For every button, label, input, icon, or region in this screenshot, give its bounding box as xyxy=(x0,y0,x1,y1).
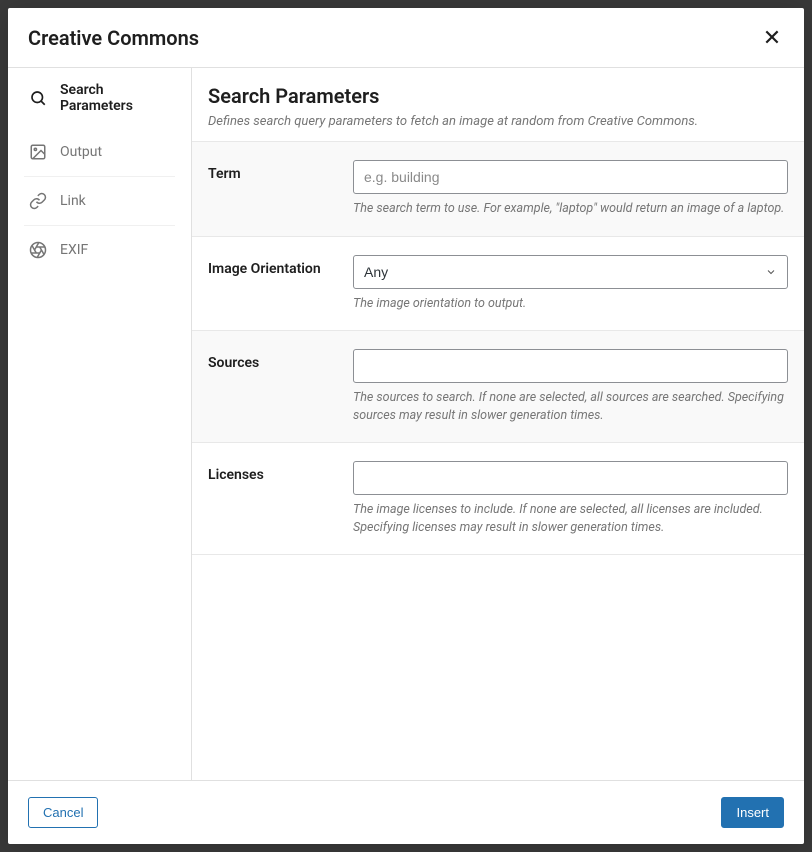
modal-body: Search Parameters Output Link EXIF xyxy=(8,68,804,780)
close-icon: ✕ xyxy=(763,25,781,51)
field-label-orientation: Image Orientation xyxy=(208,255,353,313)
field-term: Term The search term to use. For example… xyxy=(192,141,804,236)
link-icon xyxy=(28,191,48,211)
sidebar-item-label: Search Parameters xyxy=(60,82,171,114)
field-control-term: The search term to use. For example, "la… xyxy=(353,160,788,218)
insert-button[interactable]: Insert xyxy=(721,797,784,828)
search-icon xyxy=(28,88,48,108)
sources-help: The sources to search. If none are selec… xyxy=(353,389,788,424)
sidebar-item-exif[interactable]: EXIF xyxy=(24,226,175,274)
content-header: Search Parameters Defines search query p… xyxy=(192,68,804,141)
licenses-help: The image licenses to include. If none a… xyxy=(353,501,788,536)
close-button[interactable]: ✕ xyxy=(756,22,788,54)
orientation-help: The image orientation to output. xyxy=(353,295,788,313)
content-description: Defines search query parameters to fetch… xyxy=(208,114,788,129)
sidebar-item-label: Link xyxy=(60,193,86,209)
term-help: The search term to use. For example, "la… xyxy=(353,200,788,218)
field-label-licenses: Licenses xyxy=(208,461,353,536)
modal: Creative Commons ✕ Search Parameters Out… xyxy=(8,8,804,844)
sidebar-item-label: Output xyxy=(60,144,102,160)
sidebar-item-output[interactable]: Output xyxy=(24,128,175,177)
orientation-select[interactable]: Any xyxy=(353,255,788,289)
modal-header: Creative Commons ✕ xyxy=(8,8,804,68)
content-panel: Search Parameters Defines search query p… xyxy=(192,68,804,780)
field-control-sources: The sources to search. If none are selec… xyxy=(353,349,788,424)
field-label-term: Term xyxy=(208,160,353,218)
modal-footer: Cancel Insert xyxy=(8,780,804,844)
field-sources: Sources The sources to search. If none a… xyxy=(192,330,804,442)
content-title: Search Parameters xyxy=(208,84,788,108)
field-orientation: Image Orientation Any The image orientat… xyxy=(192,236,804,331)
sidebar: Search Parameters Output Link EXIF xyxy=(8,68,192,780)
sidebar-item-label: EXIF xyxy=(60,242,88,258)
modal-title: Creative Commons xyxy=(28,26,199,50)
field-label-sources: Sources xyxy=(208,349,353,424)
field-licenses: Licenses The image licenses to include. … xyxy=(192,442,804,555)
term-input[interactable] xyxy=(353,160,788,194)
aperture-icon xyxy=(28,240,48,260)
sources-input[interactable] xyxy=(353,349,788,383)
image-icon xyxy=(28,142,48,162)
licenses-input[interactable] xyxy=(353,461,788,495)
field-control-orientation: Any The image orientation to output. xyxy=(353,255,788,313)
sidebar-item-search-parameters[interactable]: Search Parameters xyxy=(8,68,191,128)
sidebar-item-link[interactable]: Link xyxy=(24,177,175,226)
cancel-button[interactable]: Cancel xyxy=(28,797,98,828)
field-control-licenses: The image licenses to include. If none a… xyxy=(353,461,788,536)
